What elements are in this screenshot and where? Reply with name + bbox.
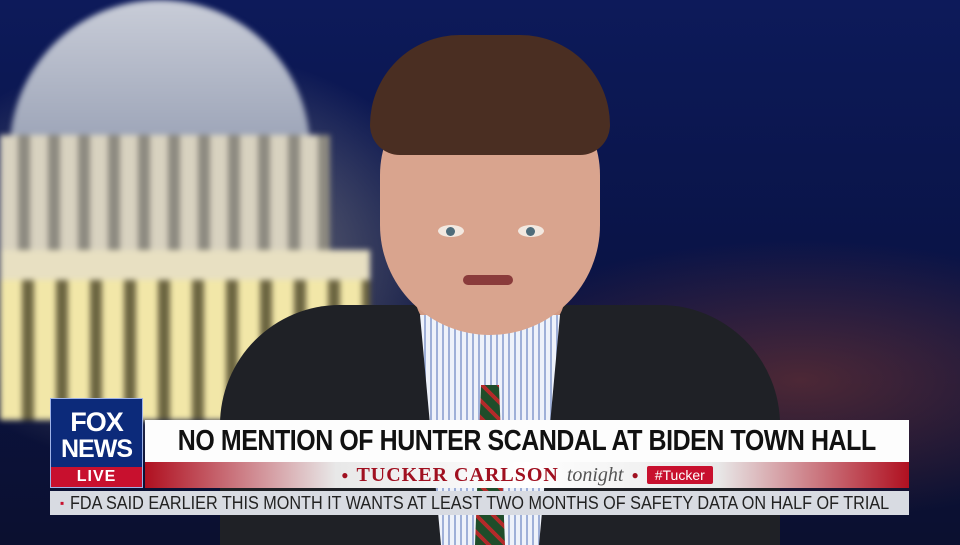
ticker-text: FDA SAID EARLIER THIS MONTH IT WANTS AT …: [70, 492, 890, 513]
bullet-icon: ●: [631, 468, 639, 482]
live-badge: LIVE: [51, 467, 142, 487]
logo-news-text: NEWS: [61, 435, 133, 463]
hashtag-badge: #Tucker: [646, 466, 713, 484]
show-suffix: tonight: [566, 463, 624, 486]
anchor-hair: [370, 35, 610, 155]
logo-fox-text: FOX: [70, 407, 124, 437]
show-title-bar: ● TUCKER CARLSON tonight ● #Tucker: [145, 462, 909, 488]
show-name: TUCKER CARLSON: [356, 463, 559, 486]
headline-banner: NO MENTION OF HUNTER SCANDAL AT BIDEN TO…: [145, 420, 909, 462]
ticker-bullet-icon: ▪: [60, 496, 65, 510]
news-ticker: ▪ FDA SAID EARLIER THIS MONTH IT WANTS A…: [50, 491, 909, 515]
bullet-icon: ●: [341, 468, 349, 482]
headline-text: NO MENTION OF HUNTER SCANDAL AT BIDEN TO…: [178, 424, 876, 457]
network-logo: FOX NEWS LIVE: [50, 398, 143, 488]
